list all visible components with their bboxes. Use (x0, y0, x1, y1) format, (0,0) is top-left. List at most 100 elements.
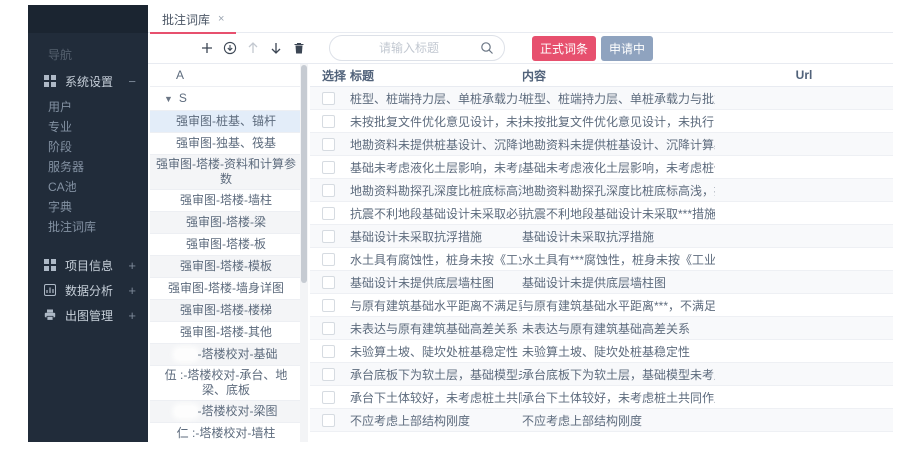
catalog-item-label: 强审图-塔楼-墙身详图 (168, 281, 284, 296)
catalog-scrollbar-thumb[interactable] (301, 65, 307, 283)
table-row: 基础设计未采取抗浮措施基础设计未采取抗浮措施 (310, 225, 893, 248)
sidebar-item[interactable]: CA池 (28, 177, 148, 197)
catalog-item-label: 强审图-塔楼-资料和计算参数 (154, 157, 298, 187)
expand-plus-icon[interactable]: + (128, 258, 136, 273)
row-content-cell: 未按批复文件优化意见设计，未执行甲方审图意见 (522, 113, 715, 130)
tab-annotation-lexicon[interactable]: 批注词库 × (150, 5, 236, 33)
expand-plus-icon[interactable]: + (128, 283, 136, 298)
row-content-cell: 不应考虑上部结构刚度 (522, 412, 715, 429)
row-checkbox[interactable] (322, 115, 335, 128)
row-content-cell: 桩型、桩端持力层、单桩承载力与批复文件不符，实际桩型、桩端持... (522, 90, 715, 107)
row-checkbox[interactable] (322, 299, 335, 312)
sidebar-item[interactable]: 字典 (28, 197, 148, 217)
sidebar-item[interactable]: 用户 (28, 97, 148, 117)
catalog-item-label: 强审图-塔楼-板 (186, 237, 266, 252)
row-checkbox[interactable] (322, 230, 335, 243)
download-circle-icon[interactable] (223, 41, 237, 55)
official-entries-button[interactable]: 正式词条 (532, 36, 596, 61)
row-checkbox[interactable] (322, 184, 335, 197)
table-body: 桩型、桩端持力层、单桩承载力与...桩型、桩端持力层、单桩承载力与批复文件不符，… (310, 87, 893, 432)
row-checkbox[interactable] (322, 161, 335, 174)
row-checkbox[interactable] (322, 368, 335, 381)
row-title-cell: 桩型、桩端持力层、单桩承载力与... (350, 90, 522, 107)
row-content-cell: 未表达与原有建筑基础高差关系 (522, 320, 715, 337)
row-checkbox[interactable] (322, 391, 335, 404)
row-title-cell: 未按批复文件优化意见设计，未执... (350, 113, 522, 130)
row-checkbox[interactable] (322, 92, 335, 105)
row-select-cell (310, 138, 350, 151)
table-row: 地勘资料勘探孔深度比桩底标高浅...地勘资料勘探孔深度比桩底标高浅，控制性勘探孔… (310, 179, 893, 202)
plus-icon[interactable] (200, 41, 214, 55)
row-checkbox[interactable] (322, 276, 335, 289)
menu-grid-icon (44, 75, 56, 87)
search-input[interactable] (330, 36, 504, 60)
row-title-cell: 不应考虑上部结构刚度 (350, 412, 522, 429)
catalog-item[interactable]: 伍 :-塔楼校对-承台、地梁、底板 (150, 365, 302, 400)
row-content-cell: 地勘资料未提供桩基设计、沉降计算必要土层参数 (522, 136, 715, 153)
applying-button[interactable]: 申请中 (601, 36, 653, 61)
expand-plus-icon[interactable]: + (128, 308, 136, 323)
catalog-item[interactable]: 强审图-塔楼-其他 (150, 321, 302, 343)
catalog-item[interactable]: 强审图-塔楼-资料和计算参数 (150, 154, 302, 189)
grid-icon (44, 259, 56, 271)
sidebar-section-system-settings[interactable]: 系统设置 − (28, 69, 148, 93)
row-content-cell: 水土具有***腐蚀性，桩身未按《工业建筑防腐蚀设计标准》表4.9.5... (522, 251, 715, 268)
row-checkbox[interactable] (322, 138, 335, 151)
row-content-cell: 基础未考虑液化土层影响，未考虑桩侧负摩阻力 (522, 159, 715, 176)
app-window: 导航 系统设置 − 用户专业阶段服务器CA池字典批注词库 项目信息+数据分析+出… (0, 0, 900, 450)
catalog-item[interactable]: 强审图-塔楼-模板 (150, 255, 302, 277)
catalog-item[interactable]: 强审图-塔楼-墙柱 (150, 189, 302, 211)
catalog-item[interactable]: 强审图-塔楼-楼梯 (150, 299, 302, 321)
table-row: 水土具有腐蚀性，桩身未按《工业...水土具有***腐蚀性，桩身未按《工业建筑防腐… (310, 248, 893, 271)
nav-search-label[interactable]: 导航 (28, 33, 148, 69)
row-title-cell: 水土具有腐蚀性，桩身未按《工业... (350, 251, 522, 268)
row-checkbox[interactable] (322, 207, 335, 220)
arrow-down-icon[interactable] (269, 41, 283, 55)
row-select-cell (310, 207, 350, 220)
sidebar-item[interactable]: 阶段 (28, 137, 148, 157)
caret-down-icon[interactable]: ▼ (164, 88, 173, 111)
catalog-item[interactable]: 强审图-桩基、锚杆 (150, 110, 302, 132)
catalog-group-s[interactable]: ▼S (150, 87, 302, 110)
collapse-minus-icon[interactable]: − (128, 74, 136, 89)
catalog-item[interactable]: 强审图-塔楼-墙身详图 (150, 277, 302, 299)
sidebar-section-label: 系统设置 (65, 73, 113, 90)
catalog-item[interactable]: 强审图-独基、筏基 (150, 132, 302, 154)
sidebar-section-出图管理[interactable]: 出图管理+ (28, 303, 148, 327)
table-row: 承台底板下为软土层，基础模型未...承台底板下为软土层，基础模型未考虑底板重量 (310, 363, 893, 386)
catalog-item[interactable]: 强审图-塔楼-梁 (150, 211, 302, 233)
catalog-item[interactable]: 强审图-塔楼-板 (150, 233, 302, 255)
row-select-cell (310, 253, 350, 266)
search-box (329, 35, 505, 61)
row-checkbox[interactable] (322, 414, 335, 427)
sidebar-item[interactable]: 服务器 (28, 157, 148, 177)
row-checkbox[interactable] (322, 322, 335, 335)
sidebar-logo-area (28, 5, 148, 33)
table-row: 与原有建筑基础水平距离不满足要...与原有建筑基础水平距离***，不满足要求，未… (310, 294, 893, 317)
catalog-item-label: 强审图-独基、筏基 (176, 136, 276, 151)
catalog-item-label: -塔楼校对-梁图 (198, 404, 278, 419)
table-row: 基础未考虑液化土层影响，未考虑...基础未考虑液化土层影响，未考虑桩侧负摩阻力 (310, 156, 893, 179)
row-title-cell: 基础设计未提供底层墙柱图 (350, 274, 522, 291)
sidebar-section-数据分析[interactable]: 数据分析 + (28, 278, 148, 302)
sidebar-section-label: 数据分析 (65, 282, 113, 299)
row-title-cell: 承台下土体较好，未考虑桩土共同... (350, 389, 522, 406)
arrow-up-icon[interactable] (246, 41, 260, 55)
catalog-item-label: 伍 :-塔楼校对-承台、地梁、底板 (154, 368, 298, 398)
row-content-cell: 地勘资料勘探孔深度比桩底标高浅，控制性勘探孔不满足沉降计算要求 (522, 182, 715, 199)
catalog-item[interactable]: -塔楼校对-基础 (150, 343, 302, 365)
tab-close-icon[interactable]: × (218, 13, 224, 25)
row-checkbox[interactable] (322, 345, 335, 358)
row-select-cell (310, 184, 350, 197)
sidebar-item[interactable]: 专业 (28, 117, 148, 137)
sidebar-item[interactable]: 批注词库 (28, 217, 148, 237)
catalog-item[interactable]: -塔楼校对-梁图 (150, 400, 302, 422)
row-title-cell: 基础未考虑液化土层影响，未考虑... (350, 159, 522, 176)
table-row: 不应考虑上部结构刚度不应考虑上部结构刚度 (310, 409, 893, 432)
sidebar-section-项目信息[interactable]: 项目信息+ (28, 253, 148, 277)
catalog-item[interactable]: 仁 :-塔楼校对-墙柱 (150, 422, 302, 442)
row-checkbox[interactable] (322, 253, 335, 266)
trash-icon[interactable] (292, 41, 306, 55)
search-icon[interactable] (480, 41, 494, 55)
catalog-group-a[interactable]: A (150, 64, 302, 87)
